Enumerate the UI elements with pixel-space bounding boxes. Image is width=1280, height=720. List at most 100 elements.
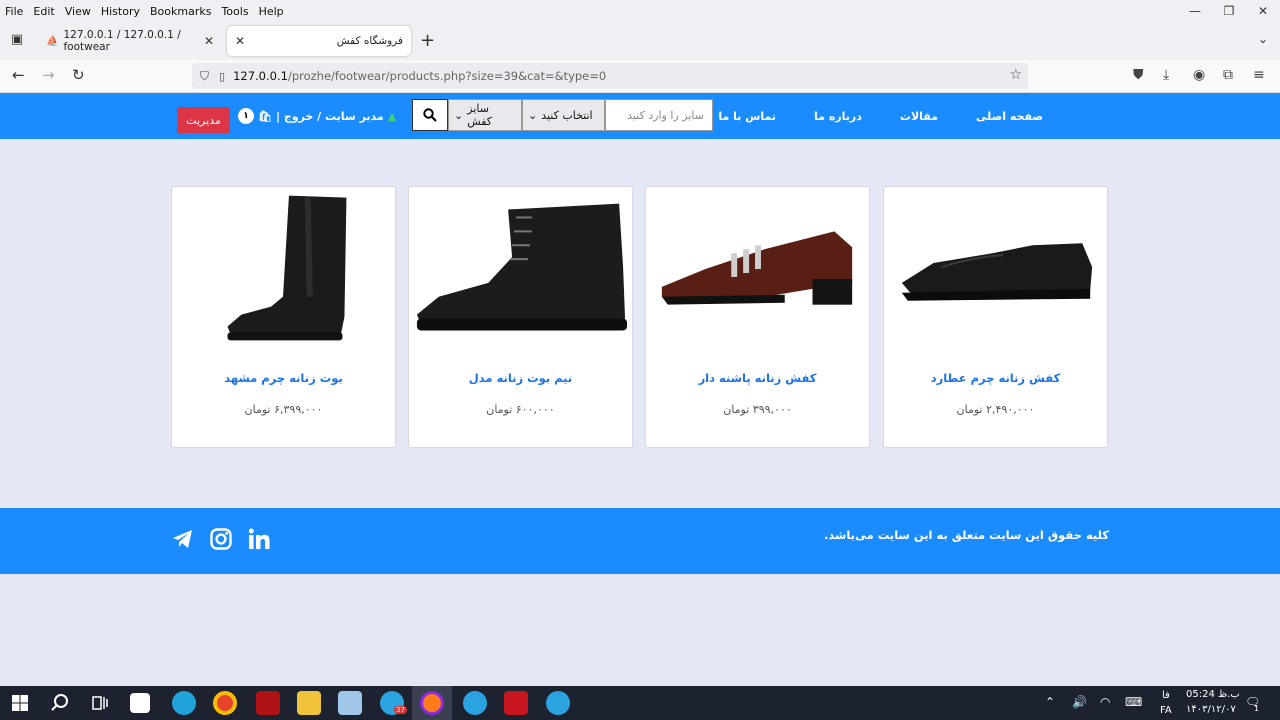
tab-list-icon[interactable]: ▣	[8, 32, 26, 50]
menu-help[interactable]: Help	[254, 5, 289, 18]
wifi-icon[interactable]: ◠	[1100, 695, 1110, 709]
language-top[interactable]: فا	[1162, 690, 1170, 701]
menu-history[interactable]: History	[96, 5, 145, 18]
loafer-image[interactable]	[884, 187, 1107, 352]
url-text[interactable]: 127.0.0.1/prozhe/footwear/products.php?s…	[233, 69, 606, 83]
forward-icon[interactable]: →	[42, 66, 55, 84]
nav-about[interactable]: درباره ما	[795, 110, 881, 123]
tab-shoe-store[interactable]: فروشگاه کفش ✕	[227, 26, 411, 56]
product-grid: بوت زنانه چرم مشهد ۶,۳۹۹,۰۰۰ تومان نیم ب…	[171, 186, 1109, 448]
product-price: ۳۹۹,۰۰۰ تومان	[723, 403, 792, 416]
product-name[interactable]: بوت زنانه چرم مشهد	[172, 371, 395, 385]
instagram-icon[interactable]	[209, 527, 233, 551]
product-name[interactable]: کفش زنانه پاشنه دار	[646, 371, 869, 385]
account-icon[interactable]: ◉	[1193, 67, 1205, 83]
product-price: ۲,۴۹۰,۰۰۰ تومان	[956, 403, 1035, 416]
ankle-boot-image[interactable]	[409, 187, 632, 352]
volume-icon[interactable]: 🔊	[1072, 695, 1087, 709]
category-select[interactable]: ⌄ انتخاب کنید	[522, 99, 605, 131]
language-indicator[interactable]: FA	[1160, 705, 1172, 716]
navigation-toolbar: ← → ↻ ⛉ ▯ 127.0.0.1/prozhe/footwear/prod…	[0, 60, 1280, 93]
menu-file[interactable]: File	[0, 5, 28, 18]
product-name[interactable]: نیم بوت زنانه مدل	[409, 371, 632, 385]
search-icon[interactable]	[48, 691, 72, 715]
telegram-icon[interactable]	[171, 527, 195, 551]
size-input[interactable]: سایز را وارد کنید	[605, 99, 713, 131]
social-links	[171, 527, 271, 551]
pocket-icon[interactable]: ⛊	[1133, 67, 1144, 83]
restore-button[interactable]: ❐	[1212, 0, 1246, 22]
telegram-badge: 37	[394, 706, 407, 714]
product-card[interactable]: کفش زنانه چرم عطارد ۲,۴۹۰,۰۰۰ تومان	[883, 186, 1108, 448]
new-tab-button[interactable]: +	[420, 30, 435, 51]
shoe-size-select[interactable]: ⌄ سایز کفش	[448, 99, 522, 131]
tab-bar: ▣ ⛵ 127.0.0.1 / 127.0.0.1 / footwear ✕ ف…	[0, 22, 1280, 60]
tab-label: فروشگاه کفش	[336, 35, 403, 47]
back-icon[interactable]: ←	[12, 66, 25, 84]
shopping-bag-icon[interactable]: 🛍	[258, 110, 272, 123]
file-explorer-icon[interactable]	[297, 691, 321, 715]
firefox-icon[interactable]	[420, 691, 444, 715]
close-tab-icon[interactable]: ✕	[235, 34, 245, 48]
tab-label: 127.0.0.1 / 127.0.0.1 / footwear	[63, 29, 181, 53]
close-window-button[interactable]: ✕	[1246, 0, 1280, 22]
main-nav: صفحه اصلی مقالات درباره ما تماس با ما	[699, 93, 1062, 139]
phpmyadmin-favicon-icon: ⛵	[46, 35, 59, 47]
windows-start-icon[interactable]	[8, 691, 32, 715]
extensions-icon[interactable]: ⧉	[1223, 67, 1233, 83]
search-icon	[423, 108, 437, 122]
search-form: ⌄ سایز کفش ⌄ انتخاب کنید سایز را وارد کن…	[412, 99, 713, 131]
nav-home[interactable]: صفحه اصلی	[957, 110, 1062, 123]
product-price: ۶۰۰,۰۰۰ تومان	[486, 403, 555, 416]
product-name[interactable]: کفش زنانه چرم عطارد	[884, 371, 1107, 385]
tray-chevron-up-icon[interactable]: ⌃	[1045, 695, 1055, 709]
notepad-icon[interactable]	[338, 691, 362, 715]
close-tab-icon[interactable]: ✕	[204, 34, 214, 48]
keyboard-icon[interactable]: ⌨	[1125, 695, 1142, 709]
url-bar[interactable]: ⛉ ▯ 127.0.0.1/prozhe/footwear/products.p…	[192, 63, 1028, 89]
user-logout-link[interactable]: مدیر سایت / خروج |	[276, 110, 384, 123]
chrome-icon[interactable]	[213, 691, 237, 715]
user-area: ۱ 🛍 مدیر سایت / خروج | ▲	[238, 93, 396, 139]
menu-tools[interactable]: Tools	[216, 5, 253, 18]
menu-bookmarks[interactable]: Bookmarks	[145, 5, 216, 18]
app-menu-icon[interactable]: ≡	[1253, 67, 1265, 83]
menu-edit[interactable]: Edit	[28, 5, 59, 18]
chevron-down-icon: ⌄	[528, 108, 538, 122]
menu-view[interactable]: View	[60, 5, 96, 18]
task-view-icon[interactable]	[88, 691, 112, 715]
minimize-button[interactable]: —	[1178, 0, 1212, 22]
tracking-shield-icon[interactable]: ⛉	[200, 69, 209, 84]
search-button[interactable]	[412, 99, 448, 131]
chevron-down-icon: ⌄	[454, 108, 464, 122]
nav-contact[interactable]: تماس با ما	[699, 110, 795, 123]
nav-articles[interactable]: مقالات	[881, 110, 957, 123]
heeled-shoe-image[interactable]	[646, 187, 869, 352]
tab-phpmyadmin[interactable]: ⛵ 127.0.0.1 / 127.0.0.1 / footwear ✕	[38, 26, 222, 56]
cart-count-badge[interactable]: ۱	[238, 108, 254, 124]
acrobat-icon[interactable]	[504, 691, 528, 715]
reload-icon[interactable]: ↻	[72, 66, 85, 84]
telegram-3-icon[interactable]	[546, 691, 570, 715]
clock-time[interactable]: 05:24 ب.ظ	[1186, 689, 1240, 700]
page-info-icon[interactable]: ▯	[219, 70, 225, 83]
notification-count: 1	[1254, 704, 1260, 713]
store-icon[interactable]	[130, 693, 150, 713]
product-card[interactable]: نیم بوت زنانه مدل ۶۰۰,۰۰۰ تومان	[408, 186, 633, 448]
edge-icon[interactable]	[172, 691, 196, 715]
admin-button[interactable]: مدیریت	[177, 107, 230, 133]
download-icon[interactable]: ⤓	[1163, 67, 1169, 83]
bookmark-star-icon[interactable]: ☆	[1009, 67, 1022, 83]
site-footer: کلیه حقوق این سایت متعلق به این سایت می‌…	[0, 508, 1280, 574]
menu-bar: File Edit View History Bookmarks Tools H…	[0, 0, 1280, 22]
product-card[interactable]: بوت زنانه چرم مشهد ۶,۳۹۹,۰۰۰ تومان	[171, 186, 396, 448]
tall-boot-image[interactable]	[172, 187, 395, 352]
clock-date[interactable]: ۱۴۰۳/۱۲/۰۷	[1186, 704, 1236, 715]
site-header: صفحه اصلی مقالات درباره ما تماس با ما ⌄ …	[0, 93, 1280, 139]
user-icon: ▲	[387, 109, 397, 123]
tab-overflow-chevron-icon[interactable]: ⌄	[1258, 32, 1268, 46]
telegram-2-icon[interactable]	[463, 691, 487, 715]
app-red-icon[interactable]	[256, 691, 280, 715]
product-card[interactable]: کفش زنانه پاشنه دار ۳۹۹,۰۰۰ تومان	[645, 186, 870, 448]
linkedin-icon[interactable]	[247, 527, 271, 551]
